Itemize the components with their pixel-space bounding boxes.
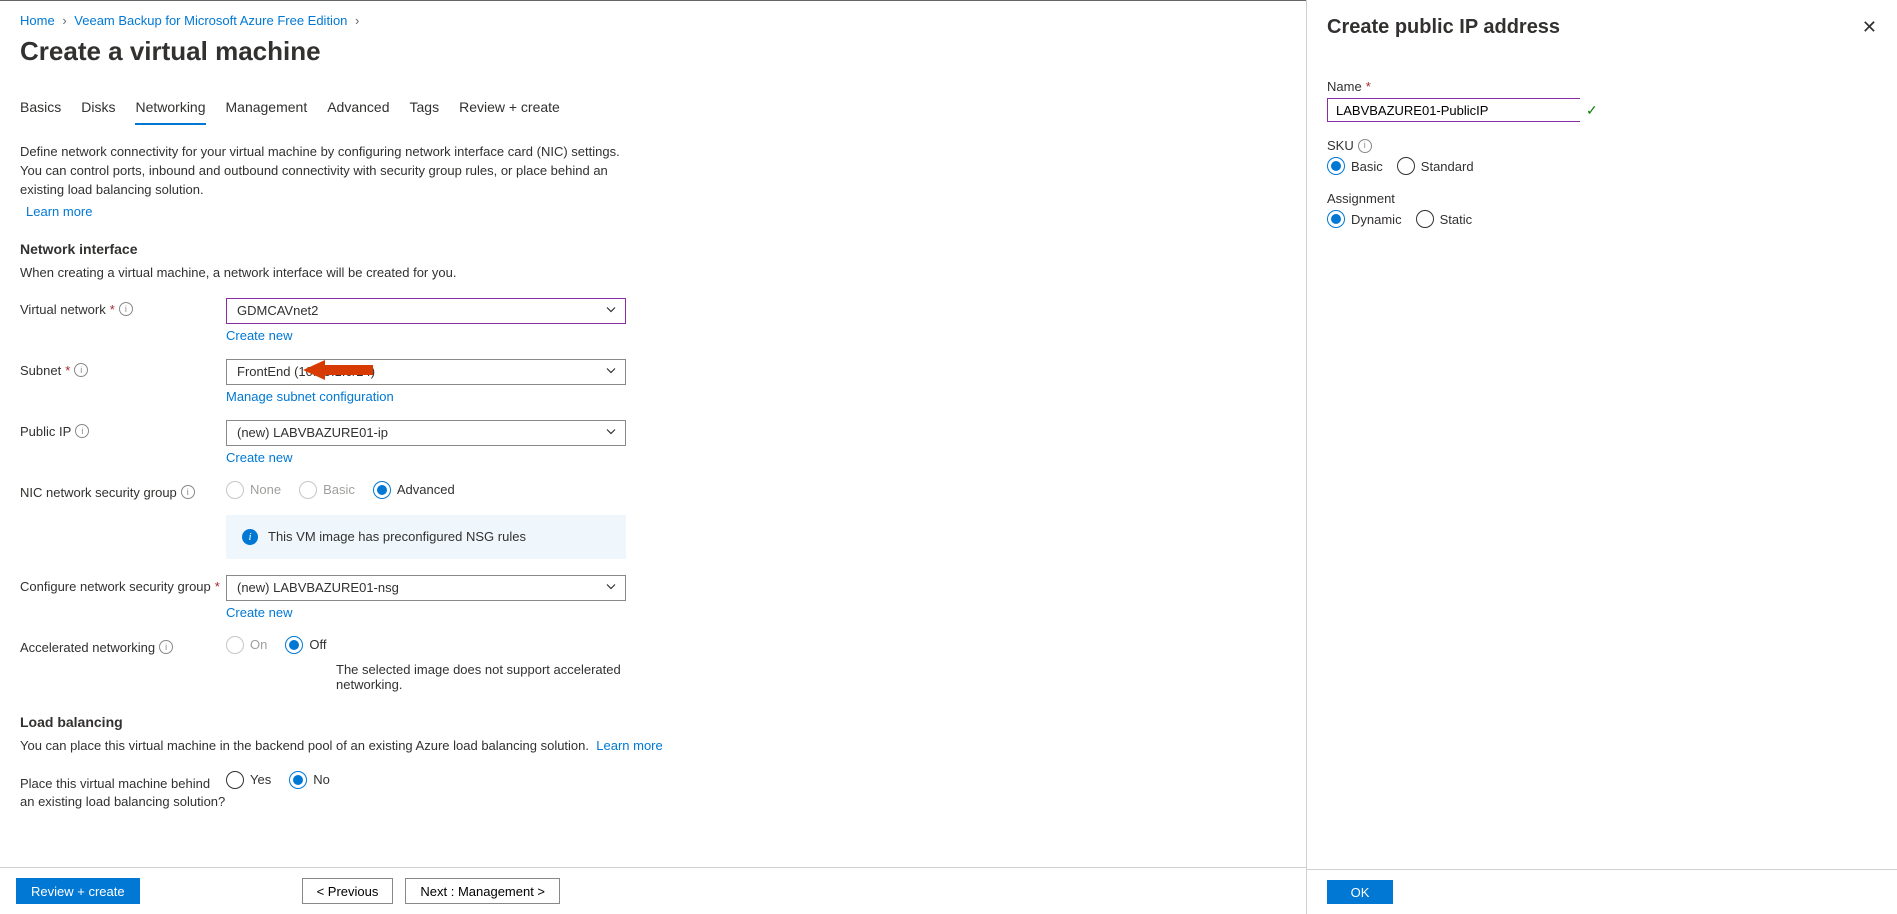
info-icon[interactable]: i — [159, 640, 173, 654]
breadcrumb-home[interactable]: Home — [20, 13, 55, 28]
intro-text: Define network connectivity for your vir… — [20, 143, 640, 200]
tab-networking[interactable]: Networking — [135, 95, 205, 125]
sku-radio-basic[interactable]: Basic — [1327, 157, 1383, 175]
chevron-down-icon — [605, 303, 617, 318]
nsg-create-new-link[interactable]: Create new — [226, 605, 292, 620]
review-create-button[interactable]: Review + create — [16, 878, 140, 904]
chevron-right-icon: › — [62, 13, 66, 28]
panel-name-input[interactable] — [1327, 98, 1580, 122]
section-load-balancing: Load balancing — [20, 714, 1286, 730]
panel-ok-button[interactable]: OK — [1327, 880, 1393, 904]
tab-management[interactable]: Management — [226, 95, 308, 125]
ni-helper-text: When creating a virtual machine, a netwo… — [20, 265, 1286, 280]
lb-text: You can place this virtual machine in th… — [20, 738, 1286, 753]
assign-radio-static[interactable]: Static — [1416, 210, 1473, 228]
label-nic-nsg: NIC network security group i — [20, 481, 226, 500]
nsg-radio-basic[interactable]: Basic — [299, 481, 355, 499]
chevron-down-icon — [605, 580, 617, 595]
panel-assignment-label: Assignment — [1327, 191, 1877, 206]
lb-radio-yes[interactable]: Yes — [226, 771, 271, 789]
tab-tags[interactable]: Tags — [410, 95, 440, 125]
nsg-radio-advanced[interactable]: Advanced — [373, 481, 455, 499]
tab-disks[interactable]: Disks — [81, 95, 115, 125]
subnet-dropdown[interactable]: FrontEnd (10.15.1.0/24) — [226, 359, 626, 385]
accel-radio-on[interactable]: On — [226, 636, 267, 654]
tab-basics[interactable]: Basics — [20, 95, 61, 125]
label-lb: Place this virtual machine behind an exi… — [20, 771, 226, 811]
breadcrumb-item[interactable]: Veeam Backup for Microsoft Azure Free Ed… — [74, 13, 347, 28]
footer-bar: Review + create < Previous Next : Manage… — [0, 867, 1306, 914]
accel-note: The selected image does not support acce… — [336, 662, 626, 692]
previous-button[interactable]: < Previous — [302, 878, 394, 904]
tab-advanced[interactable]: Advanced — [327, 95, 389, 125]
breadcrumb: Home › Veeam Backup for Microsoft Azure … — [20, 13, 1286, 28]
vnet-create-new-link[interactable]: Create new — [226, 328, 292, 343]
label-virtual-network: Virtual network* i — [20, 298, 226, 317]
chevron-down-icon — [605, 364, 617, 379]
lb-learn-more-link[interactable]: Learn more — [596, 738, 662, 753]
create-public-ip-panel: Create public IP address ✕ Name* ✓ SKU i… — [1306, 0, 1897, 914]
label-subnet: Subnet* i — [20, 359, 226, 378]
learn-more-link[interactable]: Learn more — [26, 204, 92, 219]
next-button[interactable]: Next : Management > — [405, 878, 560, 904]
public-ip-dropdown[interactable]: (new) LABVBAZURE01-ip — [226, 420, 626, 446]
subnet-manage-link[interactable]: Manage subnet configuration — [226, 389, 394, 404]
info-icon[interactable]: i — [119, 302, 133, 316]
accel-radio-off[interactable]: Off — [285, 636, 326, 654]
info-icon: i — [242, 529, 258, 545]
tab-review[interactable]: Review + create — [459, 95, 560, 125]
lb-radio-no[interactable]: No — [289, 771, 330, 789]
label-accelerated: Accelerated networking i — [20, 636, 226, 655]
chevron-down-icon — [605, 425, 617, 440]
tab-bar: Basics Disks Networking Management Advan… — [20, 95, 1286, 125]
label-public-ip: Public IP i — [20, 420, 226, 439]
sku-radio-standard[interactable]: Standard — [1397, 157, 1474, 175]
configure-nsg-dropdown[interactable]: (new) LABVBAZURE01-nsg — [226, 575, 626, 601]
info-icon[interactable]: i — [74, 363, 88, 377]
nsg-radio-none[interactable]: None — [226, 481, 281, 499]
page-title: Create a virtual machine — [20, 36, 1286, 67]
label-configure-nsg: Configure network security group* — [20, 575, 226, 594]
panel-sku-label: SKU i — [1327, 138, 1877, 153]
check-icon: ✓ — [1586, 102, 1598, 119]
nsg-info-banner: i This VM image has preconfigured NSG ru… — [226, 515, 626, 559]
virtual-network-dropdown[interactable]: GDMCAVnet2 — [226, 298, 626, 324]
chevron-right-icon: › — [355, 13, 359, 28]
info-icon[interactable]: i — [75, 424, 89, 438]
close-icon[interactable]: ✕ — [1862, 17, 1877, 38]
assign-radio-dynamic[interactable]: Dynamic — [1327, 210, 1402, 228]
section-network-interface: Network interface — [20, 241, 1286, 257]
panel-title: Create public IP address — [1327, 16, 1560, 39]
panel-name-label: Name* — [1327, 79, 1877, 94]
info-icon[interactable]: i — [1358, 139, 1372, 153]
public-ip-create-new-link[interactable]: Create new — [226, 450, 292, 465]
info-icon[interactable]: i — [181, 485, 195, 499]
